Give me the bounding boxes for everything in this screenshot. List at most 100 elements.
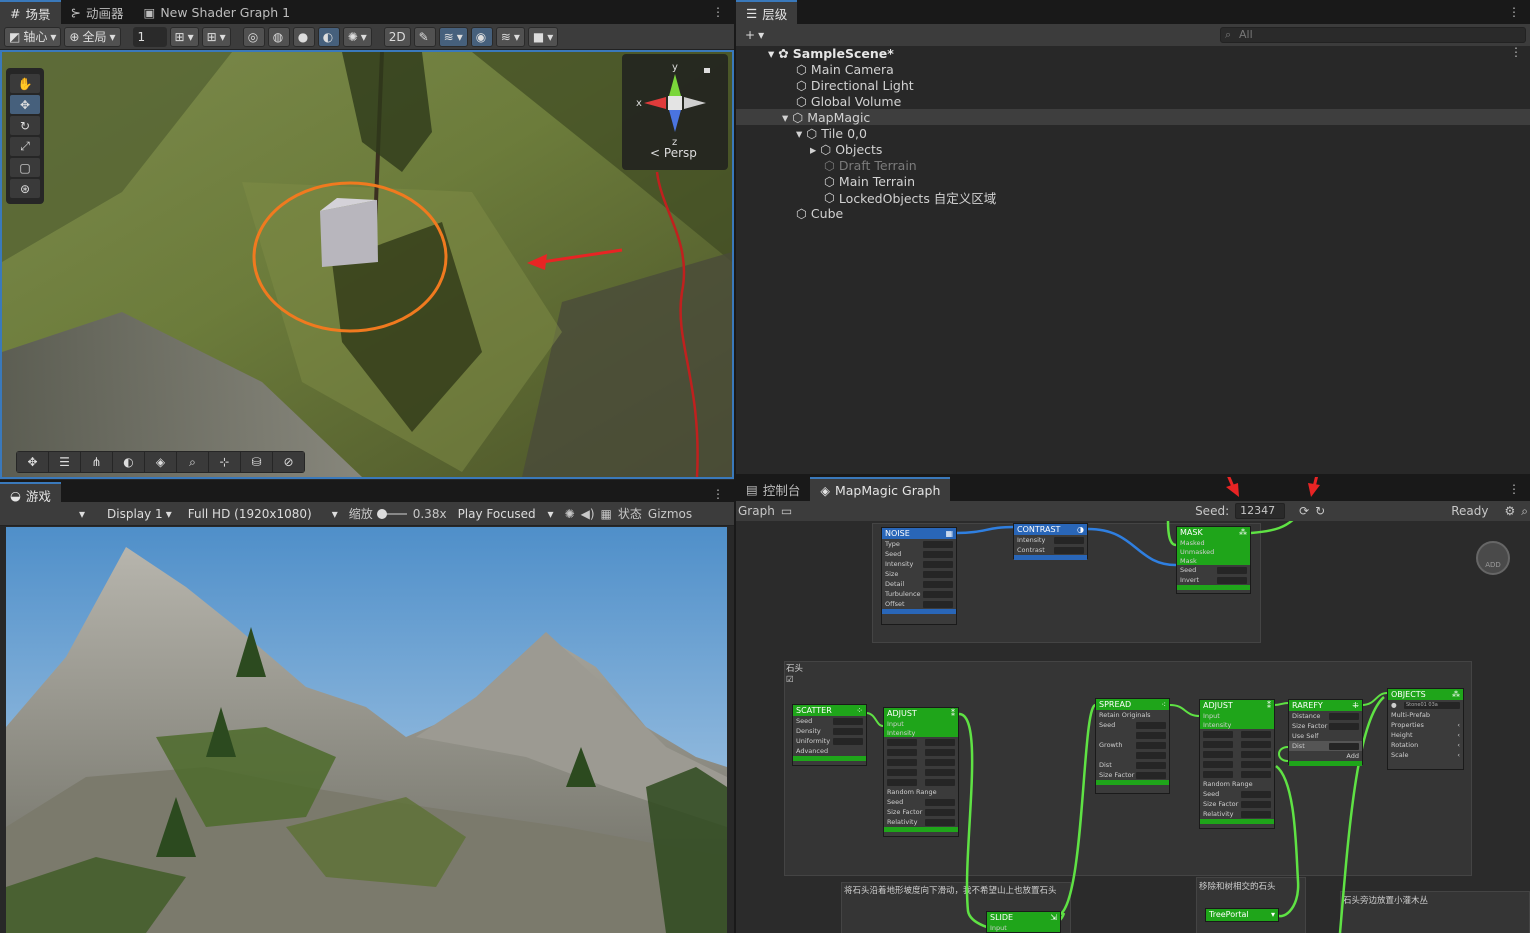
gizmos-button[interactable]: Gizmos — [648, 507, 692, 521]
list-item[interactable]: ⬡ Cube — [796, 205, 843, 221]
transform-tool-button[interactable]: ⊛ — [10, 179, 40, 198]
node-rarefy[interactable]: RAREFY ⁜ Distance Size Factor Use Self Di… — [1288, 699, 1363, 766]
folder-icon[interactable]: ▭ — [781, 504, 792, 518]
seed-input[interactable]: 12347 — [1235, 503, 1286, 519]
pivot-dropdown[interactable]: ◩ 轴心 ▾ — [4, 26, 62, 47]
refresh-seed-icon[interactable]: ⟳ — [1299, 504, 1309, 518]
overlay-search-button[interactable]: ⌕ — [177, 452, 208, 472]
tab-scene[interactable]: # 场景 — [0, 0, 61, 24]
contrast-icon: ◑ — [1077, 525, 1084, 534]
node-noise[interactable]: NOISE ▦ Type Seed Intensity Size Detail T… — [881, 527, 957, 625]
overlay-sliders-button[interactable]: ☰ — [49, 452, 80, 472]
tab-shader-graph[interactable]: ▣ New Shader Graph 1 — [134, 0, 301, 24]
game-mode-dropdown[interactable]: ▾ — [74, 504, 96, 524]
node-treeportal[interactable]: TreePortal ▾ — [1205, 908, 1279, 922]
regenerate-icon[interactable]: ↻ — [1315, 504, 1325, 518]
list-item[interactable]: ⬡ Directional Light — [796, 77, 914, 93]
list-item[interactable]: ⬡ Main Camera — [796, 61, 894, 77]
overlay-layers-button[interactable]: ◈ — [145, 452, 176, 472]
node-adjust-2[interactable]: ADJUST ⁑ Input Intensity Random Range See… — [1199, 699, 1275, 829]
play-mode-dropdown[interactable]: Play Focused ▾ — [453, 504, 559, 524]
sliders-icon: ☰ — [59, 455, 70, 469]
stats-button[interactable]: 状态 — [618, 505, 642, 522]
list-item[interactable]: ▾ ✿ SampleScene* — [768, 45, 894, 61]
scene-viewport[interactable]: ✋ ✥ ↻ ⤢ ▢ ⊛ y x z < Persp ✥ ☰ ⋔ ◐ ◈ ⌕ ⊹ … — [0, 50, 734, 479]
camera-dropdown[interactable]: ■ ▾ — [527, 26, 559, 47]
chevron-down-icon: ▾ — [758, 28, 765, 42]
bug-icon[interactable]: ✺ — [565, 507, 575, 521]
node-mask[interactable]: MASK ⁂ Masked Unmasked Mask Seed Invert — [1176, 526, 1251, 594]
adjust-icon: ⁑ — [1267, 701, 1271, 710]
shaded-button[interactable]: ● — [292, 26, 315, 47]
overlay-grass-button[interactable]: ⋔ — [81, 452, 112, 472]
graph-panel: ▤ 控制台 ◈ MapMagic Graph ⋮ Graph ▭ Seed: 1… — [736, 477, 1530, 933]
overlay-move-button[interactable]: ✥ — [17, 452, 48, 472]
tab-mapmagic-graph[interactable]: ◈ MapMagic Graph — [810, 477, 951, 501]
tab-hierarchy[interactable]: ☰ 层级 — [736, 0, 798, 24]
camera-icon: ■ — [532, 29, 545, 44]
increment-snap-button[interactable]: ⊞ ▾ — [201, 26, 231, 47]
effects-dropdown[interactable]: ≋ ▾ — [495, 26, 525, 47]
scale-value: 0.38x — [412, 506, 447, 521]
grid-snap-button[interactable]: ⊞ ▾ — [169, 26, 199, 47]
node-adjust[interactable]: ADJUST ⁑ Input Intensity Random Range See… — [883, 707, 959, 837]
2d-toggle-button[interactable]: 2D — [383, 26, 411, 47]
lit-shading-button[interactable]: ◐ — [317, 26, 340, 47]
lighting-toggle-button[interactable]: ✎ — [413, 26, 436, 47]
scale-slider[interactable] — [376, 508, 407, 519]
list-item[interactable]: ⬡ LockedObjects 自定义区域 — [824, 189, 996, 206]
grid-icon[interactable]: ▦ — [601, 507, 612, 521]
scene-menu-icon[interactable]: ⋮ — [1510, 45, 1522, 59]
stack-icon: ≋ — [500, 29, 511, 44]
node-scatter[interactable]: SCATTER ⁘ Seed Density Uniformity Advance… — [792, 704, 867, 766]
wireframe-shading-button[interactable]: ◎ — [242, 26, 265, 47]
move-tool-button[interactable]: ✥ — [10, 95, 40, 114]
tab-animator[interactable]: ⊱ 动画器 — [61, 0, 134, 24]
node-slide[interactable]: SLIDE ⇲ Input — [986, 911, 1061, 933]
projection-toggle[interactable]: < Persp — [650, 146, 697, 160]
node-objects[interactable]: OBJECTS ⁂ ● Stone01 03a Multi-Prefab Prope… — [1387, 688, 1464, 770]
hierarchy-tabbar: ☰ 层级 ⋮ — [736, 0, 1530, 24]
scene-menu-icon[interactable]: ⋮ — [702, 0, 734, 24]
zoom-icon[interactable]: ⌕ — [1521, 504, 1528, 519]
hand-tool-button[interactable]: ✋ — [10, 74, 40, 93]
chevron-down-icon: ▾ — [109, 29, 116, 44]
graph-menu-icon[interactable]: ⋮ — [1498, 477, 1530, 501]
resolution-dropdown[interactable]: Full HD (1920x1080) ▾ — [183, 504, 343, 524]
scale-tool-button[interactable]: ⤢ — [10, 137, 40, 156]
hierarchy-search-input[interactable]: ⌕ All — [1220, 27, 1526, 43]
cube-icon: ⬡ — [796, 93, 807, 109]
create-dropdown[interactable]: + ▾ — [740, 25, 769, 45]
list-item[interactable]: ▸ ⬡ Objects — [810, 141, 882, 157]
display-dropdown[interactable]: Display 1 ▾ — [102, 504, 177, 524]
draw-mode-button[interactable]: ✺ ▾ — [342, 26, 372, 47]
list-item[interactable]: ▾ ⬡ MapMagic — [782, 109, 870, 125]
overlay-smooth-button[interactable]: ◐ — [113, 452, 144, 472]
lit-sphere-icon: ◐ — [322, 29, 334, 44]
list-item[interactable]: ⬡ Draft Terrain — [824, 157, 917, 173]
graph-canvas[interactable]: 石头 ☑ 将石头沿着地形坡度向下滑动，我不希望山上也放置石头 移除和树相交的石头… — [736, 521, 1530, 933]
game-viewport[interactable] — [6, 527, 727, 933]
list-item[interactable]: ⬡ Global Volume — [796, 93, 901, 109]
overlay-compass-button[interactable]: ⊘ — [273, 452, 304, 472]
hierarchy-lock-icon[interactable]: ⋮ — [1498, 0, 1530, 24]
tab-console[interactable]: ▤ 控制台 — [736, 477, 810, 501]
audio-toggle-button[interactable]: ≋ ▾ — [438, 26, 468, 47]
orientation-gizmo[interactable]: y x z < Persp — [622, 54, 728, 170]
lock-icon — [704, 68, 710, 73]
settings-icon[interactable]: ⚙ — [1505, 504, 1516, 518]
speaker-icon[interactable]: ◀) — [581, 507, 595, 521]
node-contrast[interactable]: CONTRAST ◑ Intensity Contrast — [1013, 523, 1088, 560]
overlay-center-button[interactable]: ⊹ — [209, 452, 240, 472]
add-node-button[interactable]: ADD — [1476, 541, 1510, 575]
visibility-toggle-button[interactable]: ◉ — [470, 26, 493, 47]
global-dropdown[interactable]: ⊕ 全局 ▾ — [64, 26, 121, 47]
rotate-tool-button[interactable]: ↻ — [10, 116, 40, 135]
rect-tool-button[interactable]: ▢ — [10, 158, 40, 177]
grid-size-input[interactable]: 1 — [132, 26, 167, 47]
list-item[interactable]: ▾ ⬡ Tile 0,0 — [796, 125, 867, 141]
node-spread[interactable]: SPREAD ⁖ Retain Originals Seed Growth Dis… — [1095, 698, 1170, 794]
overlay-stamp-button[interactable]: ⛁ — [241, 452, 272, 472]
shaded-wire-button[interactable]: ◍ — [267, 26, 290, 47]
pivot-icon: ◩ — [9, 29, 21, 44]
